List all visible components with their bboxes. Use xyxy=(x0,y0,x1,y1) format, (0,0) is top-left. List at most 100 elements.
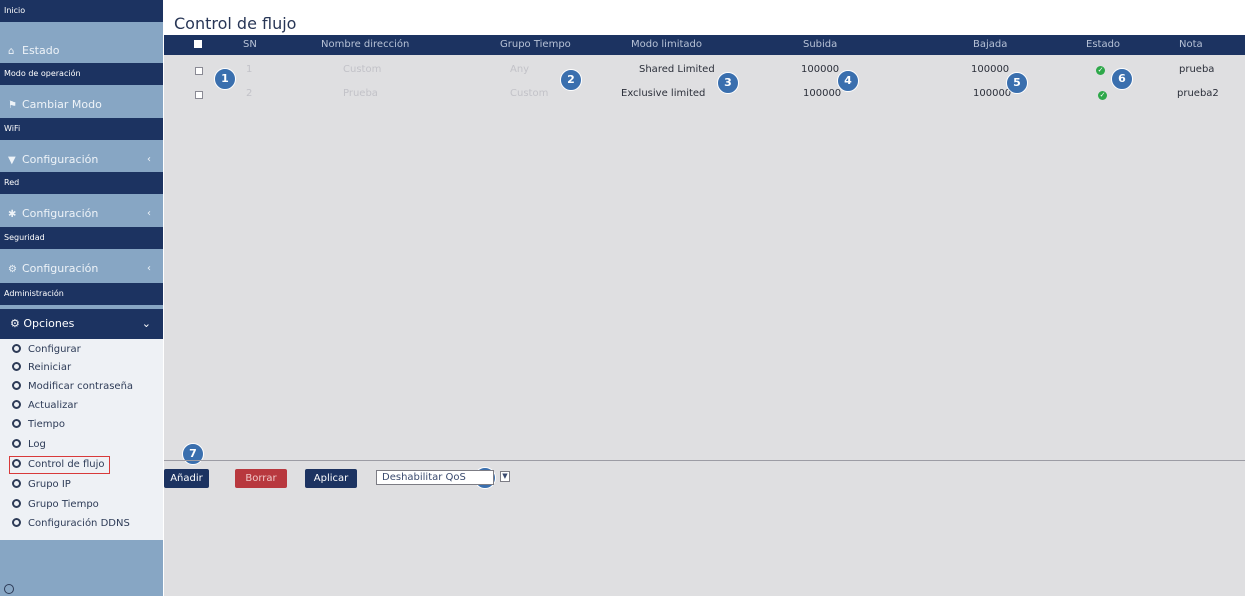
row-checkbox[interactable] xyxy=(195,91,203,99)
section-header-wifi: WiFi xyxy=(0,118,163,140)
cell-bajada: 100000 xyxy=(973,88,1012,99)
submenu-item-grupo-ip[interactable]: Grupo IP xyxy=(12,477,71,493)
table-row[interactable]: 2 Prueba Custom Exclusive limited 100000… xyxy=(164,88,1245,110)
column-header-grupo: Grupo Tiempo xyxy=(500,39,571,50)
sidebar-item-wifi-config[interactable]: ▼ Configuración ‹ xyxy=(0,144,163,175)
sidebar-item-label: Opciones xyxy=(23,317,75,330)
chevron-left-icon: ‹ xyxy=(147,154,151,165)
options-submenu: Configurar Reiniciar Modificar contraseñ… xyxy=(0,339,163,540)
power-icon[interactable] xyxy=(4,584,14,594)
circle-icon xyxy=(12,380,21,390)
sidebar-item-label: Estado xyxy=(22,44,60,57)
status-ok-icon: ✓ xyxy=(1098,91,1107,100)
column-header-subida: Subida xyxy=(803,39,838,50)
chevron-down-icon: ⌄ xyxy=(141,317,151,330)
qos-select[interactable]: Deshabilitar QoS xyxy=(376,470,494,485)
status-ok-icon: ✓ xyxy=(1096,66,1105,75)
annotation-badge-2: 2 xyxy=(560,69,582,91)
section-header-seguridad: Seguridad xyxy=(0,227,163,249)
cell-sn: 2 xyxy=(246,88,253,99)
annotation-badge-3: 3 xyxy=(717,72,739,94)
sidebar: Inicio ⌂ Estado Modo de operación ⚑ Cambia… xyxy=(0,0,163,596)
circle-icon xyxy=(12,438,21,448)
annotation-badge-4: 4 xyxy=(837,70,859,92)
submenu-item-modificar-contrasena[interactable]: Modificar contraseña xyxy=(12,379,133,395)
submenu-label: Actualizar xyxy=(28,400,78,411)
section-header-inicio: Inicio xyxy=(0,0,163,22)
sidebar-item-estado[interactable]: ⌂ Estado xyxy=(0,35,163,66)
annotation-badge-5: 5 xyxy=(1006,72,1028,94)
submenu-label: Reiniciar xyxy=(28,362,72,373)
sidebar-item-red-config[interactable]: ✱ Configuración ‹ xyxy=(0,198,163,229)
flag-icon: ⚑ xyxy=(8,100,17,111)
column-header-nota: Nota xyxy=(1179,39,1203,50)
chevron-down-icon[interactable]: ▼ xyxy=(500,471,510,482)
cell-grupo: Custom xyxy=(510,88,549,99)
circle-icon xyxy=(12,458,21,468)
cell-subida: 100000 xyxy=(803,88,842,99)
apply-button[interactable]: Aplicar xyxy=(305,469,357,488)
gear-icon: ⚙ xyxy=(10,317,20,330)
column-header-bajada: Bajada xyxy=(973,39,1008,50)
table-header: SN Nombre dirección Grupo Tiempo Modo li… xyxy=(164,35,1245,55)
submenu-label: Tiempo xyxy=(28,419,65,430)
circle-icon xyxy=(12,418,21,428)
submenu-label: Grupo Tiempo xyxy=(28,499,99,510)
column-header-sn: SN xyxy=(243,39,257,50)
main-content: Control de flujo SN Nombre dirección Gru… xyxy=(163,0,1246,596)
submenu-item-log[interactable]: Log xyxy=(12,437,46,453)
cell-subida: 100000 xyxy=(801,64,840,75)
cell-grupo: Any xyxy=(510,64,530,75)
circle-icon xyxy=(12,498,21,508)
submenu-label: Grupo IP xyxy=(28,479,71,490)
section-header-red: Red xyxy=(0,172,163,194)
page-title: Control de flujo xyxy=(174,14,297,33)
column-header-nombre: Nombre dirección xyxy=(321,39,410,50)
sidebar-item-label: Configuración xyxy=(22,207,99,220)
cell-modo: Shared Limited xyxy=(639,64,715,75)
row-checkbox[interactable] xyxy=(195,67,203,75)
circle-icon xyxy=(12,399,21,409)
circle-icon xyxy=(12,517,21,527)
section-header-modo: Modo de operación xyxy=(0,63,163,85)
submenu-item-ddns[interactable]: Configuración DDNS xyxy=(12,516,130,532)
cell-nota: prueba xyxy=(1179,64,1215,75)
submenu-label: Configuración DDNS xyxy=(28,518,130,529)
select-all-checkbox[interactable] xyxy=(194,40,202,48)
submenu-item-tiempo[interactable]: Tiempo xyxy=(12,417,65,433)
submenu-label: Control de flujo xyxy=(28,459,105,470)
sidebar-item-cambiar-modo[interactable]: ⚑ Cambiar Modo xyxy=(0,89,163,120)
section-header-administracion: Administración xyxy=(0,283,163,305)
submenu-item-configurar[interactable]: Configurar xyxy=(12,342,81,358)
submenu-label: Log xyxy=(28,439,46,450)
column-header-modo: Modo limitado xyxy=(631,39,702,50)
cell-nota: prueba2 xyxy=(1177,88,1219,99)
chevron-left-icon: ‹ xyxy=(147,208,151,219)
submenu-item-actualizar[interactable]: Actualizar xyxy=(12,398,78,414)
divider xyxy=(164,460,1245,461)
cell-nombre: Prueba xyxy=(343,88,378,99)
circle-icon xyxy=(12,478,21,488)
cell-modo: Exclusive limited xyxy=(621,88,706,99)
cog-icon: ⚙ xyxy=(8,264,17,275)
cell-bajada: 100000 xyxy=(971,64,1010,75)
sidebar-item-label: Configuración xyxy=(22,262,99,275)
add-button[interactable]: Añadir xyxy=(164,469,209,488)
cell-nombre: Custom xyxy=(343,64,382,75)
circle-icon xyxy=(12,361,21,371)
chevron-left-icon: ‹ xyxy=(147,263,151,274)
network-cog-icon: ✱ xyxy=(8,209,17,220)
delete-button[interactable]: Borrar xyxy=(235,469,287,488)
submenu-item-grupo-tiempo[interactable]: Grupo Tiempo xyxy=(12,497,99,513)
sidebar-item-seguridad-config[interactable]: ⚙ Configuración ‹ xyxy=(0,253,163,284)
annotation-badge-6: 6 xyxy=(1111,68,1133,90)
submenu-label: Modificar contraseña xyxy=(28,381,134,392)
submenu-label: Configurar xyxy=(28,344,81,355)
content-panel xyxy=(164,35,1245,596)
sidebar-item-opciones[interactable]: ⚙ Opciones ⌄ xyxy=(0,309,163,339)
sidebar-item-label: Configuración xyxy=(22,153,99,166)
table-row[interactable]: 1 Custom Any Shared Limited 100000 10000… xyxy=(164,64,1245,86)
submenu-item-control-de-flujo[interactable]: Control de flujo xyxy=(9,456,110,474)
cell-sn: 1 xyxy=(246,64,253,75)
submenu-item-reiniciar[interactable]: Reiniciar xyxy=(12,360,71,376)
